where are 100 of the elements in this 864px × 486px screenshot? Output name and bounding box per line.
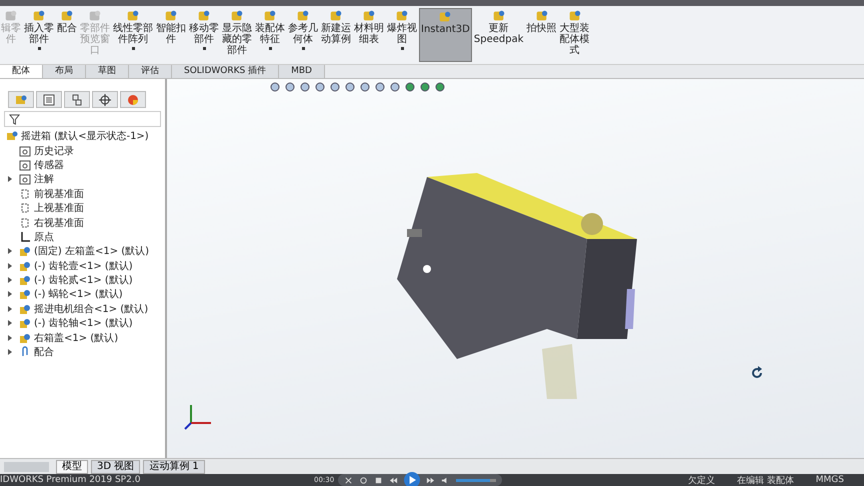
tool-icon	[296, 9, 310, 23]
expand-icon[interactable]	[8, 291, 12, 298]
folder-icon	[19, 144, 31, 157]
view-tool-icon[interactable]	[388, 81, 400, 93]
view-tool-icon[interactable]	[328, 81, 340, 93]
tool-icon	[362, 9, 376, 23]
model-tab[interactable]: 3D 视图	[91, 460, 140, 474]
tool-icon	[438, 10, 452, 24]
view-tool-icon[interactable]	[404, 81, 416, 93]
ribbon-button[interactable]: 智能扣 件	[155, 8, 187, 62]
ribbon-button[interactable]: 拍快照	[526, 8, 558, 62]
expand-icon[interactable]	[8, 248, 12, 254]
scroll-bar[interactable]	[4, 462, 49, 472]
tree-item[interactable]: 前视基准面	[34, 186, 84, 201]
expand-icon[interactable]	[8, 277, 12, 284]
ribbon-button[interactable]: 新建运 动算例	[320, 8, 352, 62]
tool-icon	[395, 9, 409, 23]
tree-item[interactable]: 右视基准面	[34, 216, 84, 230]
model-tab[interactable]: 模型	[56, 460, 88, 474]
ribbon-button[interactable]: 插入零 部件	[23, 8, 55, 62]
tree-item[interactable]: 摇进箱 (默认<显示状态-1>)	[0, 129, 165, 144]
ribbon-button[interactable]: 更新 Speedpak	[472, 8, 524, 62]
tree-item[interactable]: 注解	[34, 172, 54, 186]
view-tool-icon[interactable]	[418, 81, 430, 93]
view-tool-icon[interactable]	[434, 81, 446, 93]
rotate-icon[interactable]	[750, 366, 764, 380]
ribbon-tab[interactable]: 评估	[129, 65, 172, 78]
part-icon	[19, 288, 31, 300]
dropdown-icon	[38, 47, 40, 50]
tree-item[interactable]: 历史记录	[34, 144, 74, 158]
tree-item[interactable]: 摇进电机组合<1> (默认)	[34, 302, 148, 316]
ribbon-button[interactable]: 移动零 部件	[188, 8, 220, 62]
tool-icon	[164, 9, 178, 23]
plane-icon	[19, 202, 31, 214]
crosshair-tab-icon[interactable]	[92, 91, 118, 108]
tree-item[interactable]: 传感器	[34, 158, 64, 172]
tree-item[interactable]: 右箱盖<1> (默认)	[34, 330, 118, 345]
expand-icon[interactable]	[8, 334, 12, 341]
expand-icon[interactable]	[8, 349, 12, 356]
tool-icon	[329, 9, 343, 23]
ribbon-button[interactable]: 大型装 配体模 式	[558, 8, 590, 62]
tree-item[interactable]: (-) 齿轮贰<1> (默认)	[34, 273, 133, 288]
tree-item[interactable]: 原点	[34, 230, 54, 244]
tree-item[interactable]: 配合	[34, 345, 54, 360]
view-tool-icon[interactable]	[374, 81, 386, 93]
assembly-icon	[6, 130, 18, 142]
part-icon	[19, 245, 31, 258]
tool-icon	[534, 9, 548, 23]
ribbon-tab[interactable]: 草图	[86, 65, 129, 78]
folder-icon	[19, 173, 31, 186]
tool-icon	[32, 9, 46, 23]
view-tool-icon[interactable]	[284, 81, 296, 93]
stop-icon[interactable]	[374, 476, 384, 484]
expand-icon[interactable]	[8, 320, 12, 326]
dropdown-icon	[268, 47, 272, 50]
tool-icon	[568, 9, 582, 23]
ribbon-tab[interactable]: SOLIDWORKS 插件	[172, 65, 280, 78]
part-icon	[19, 274, 31, 286]
part-icon	[19, 260, 31, 272]
repeat-icon[interactable]	[359, 476, 368, 484]
view-tool-icon[interactable]	[298, 81, 310, 93]
dropdown-icon	[400, 47, 404, 50]
ribbon-button[interactable]: 材料明 细表	[353, 8, 385, 62]
ribbon-tab[interactable]: 配体	[0, 65, 43, 78]
ribbon-button[interactable]: 显示隐 藏的零 部件	[221, 8, 253, 62]
tree-item[interactable]: (-) 蜗轮<1> (默认)	[34, 287, 123, 302]
expand-icon[interactable]	[8, 176, 12, 182]
property-tab-icon[interactable]	[36, 91, 62, 108]
ribbon-button[interactable]: 配合	[56, 8, 78, 62]
tool-icon	[197, 9, 211, 23]
tool-icon	[60, 9, 74, 23]
tree-item[interactable]: (-) 齿轮轴<1> (默认)	[34, 316, 133, 330]
ribbon-button[interactable]: 装配体 特征	[254, 8, 286, 62]
ribbon-button[interactable]: 爆炸视 图	[386, 8, 418, 62]
feature-tree-tab-icon[interactable]	[8, 91, 34, 108]
ribbon-button[interactable]: 参考几 何体	[287, 8, 319, 62]
ribbon-button[interactable]: 线性零部 件阵列	[112, 8, 154, 62]
filter-field[interactable]	[4, 111, 161, 127]
tool-icon	[263, 9, 277, 23]
view-tool-icon[interactable]	[314, 81, 326, 93]
ribbon-tab[interactable]: MBD	[279, 65, 325, 78]
tree-item[interactable]: (-) 齿轮壹<1> (默认)	[34, 258, 133, 273]
tree-item[interactable]: 上视基准面	[34, 201, 84, 216]
tree-item[interactable]: (固定) 左箱盖<1> (默认)	[34, 244, 150, 258]
config-tab-icon[interactable]	[64, 91, 90, 108]
shuffle-icon[interactable]	[344, 476, 354, 484]
ribbon-tab[interactable]: 布局	[43, 65, 86, 78]
dropdown-icon	[202, 47, 206, 50]
view-tool-icon[interactable]	[358, 81, 370, 93]
view-tool-icon[interactable]	[344, 81, 356, 93]
part-icon	[19, 332, 31, 344]
filter-icon	[9, 114, 20, 124]
model-tab[interactable]: 运动算例 1	[143, 460, 205, 474]
ribbon-button[interactable]: Instant3D	[419, 8, 472, 62]
tool-icon	[4, 9, 18, 23]
expand-icon[interactable]	[8, 306, 12, 312]
expand-icon[interactable]	[8, 262, 12, 269]
product-version: IDWORKS Premium 2019 SP2.0	[0, 475, 142, 485]
view-tool-icon[interactable]	[268, 81, 280, 93]
play-icon[interactable]	[404, 472, 420, 486]
